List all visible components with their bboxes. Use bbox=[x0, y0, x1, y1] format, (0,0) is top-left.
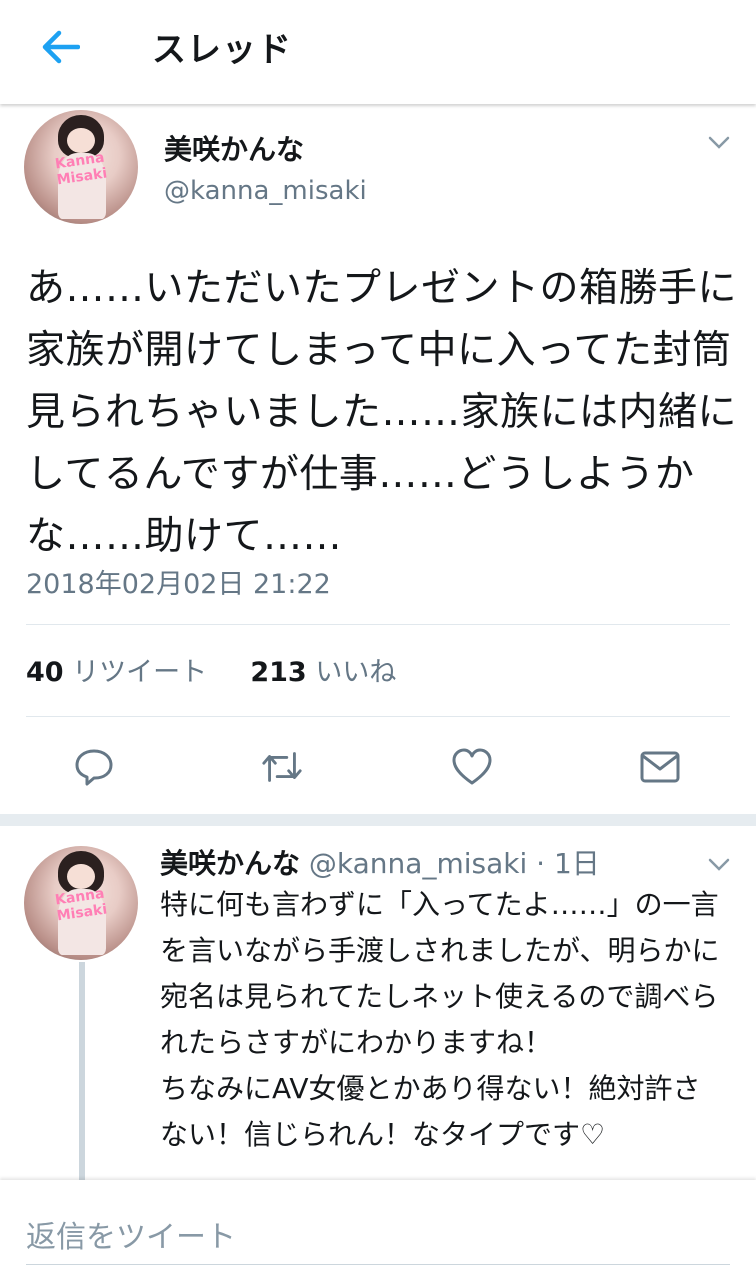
like-icon bbox=[452, 748, 492, 785]
avatar-watermark: Kanna Misaki bbox=[54, 886, 109, 925]
divider bbox=[26, 716, 730, 717]
tweet-stats: 40 リツイート 213 いいね bbox=[26, 650, 396, 689]
retweet-button[interactable] bbox=[260, 745, 304, 789]
message-icon bbox=[640, 751, 680, 783]
top-bar: スレッド bbox=[0, 0, 756, 104]
section-separator bbox=[0, 814, 756, 826]
divider bbox=[26, 624, 730, 625]
arrow-left-icon bbox=[42, 30, 80, 64]
author-handle[interactable]: @kanna_misaki bbox=[164, 176, 367, 206]
message-button[interactable] bbox=[638, 745, 682, 789]
like-label: いいね bbox=[315, 657, 397, 688]
thread-line bbox=[79, 962, 85, 1192]
like-stat[interactable]: 213 いいね bbox=[250, 657, 396, 688]
avatar-face bbox=[67, 128, 95, 154]
reply-icon bbox=[75, 749, 113, 786]
page-title: スレッド bbox=[152, 30, 292, 70]
back-button[interactable] bbox=[36, 26, 84, 68]
retweet-icon bbox=[262, 752, 302, 782]
reply-avatar[interactable]: Kanna Misaki bbox=[24, 846, 138, 960]
reply-compose-bar[interactable]: 返信をツイート bbox=[0, 1180, 756, 1280]
author-name[interactable]: 美咲かんな bbox=[164, 128, 304, 168]
reply-text: 特に何も言わずに「入ってたよ……」の一言を言いながら手渡しされましたが、明らかに… bbox=[160, 888, 720, 1151]
chevron-down-icon[interactable] bbox=[708, 136, 730, 150]
reply-button[interactable] bbox=[72, 745, 116, 789]
chevron-down-icon[interactable] bbox=[708, 858, 730, 872]
reply-author-name[interactable]: 美咲かんな bbox=[160, 847, 300, 880]
avatar-face bbox=[67, 864, 95, 890]
retweet-label: リツイート bbox=[72, 657, 208, 688]
retweet-count: 40 bbox=[26, 657, 64, 688]
avatar-watermark: Kanna Misaki bbox=[54, 150, 109, 189]
avatar[interactable]: Kanna Misaki bbox=[24, 110, 138, 224]
reply-header: 美咲かんな @kanna_misaki · 1日 bbox=[160, 842, 600, 882]
reply-time: · 1日 bbox=[536, 847, 600, 880]
tweet-timestamp: 2018年02月02日 21:22 bbox=[26, 569, 331, 600]
retweet-stat[interactable]: 40 リツイート bbox=[26, 657, 207, 688]
compose-underline bbox=[26, 1264, 730, 1265]
reply-input-placeholder[interactable]: 返信をツイート bbox=[26, 1212, 236, 1256]
tweet-text: あ……いただいたプレゼントの箱勝手に家族が開けてしまって中に入ってた封筒見られち… bbox=[26, 266, 738, 559]
like-count: 213 bbox=[250, 657, 307, 688]
reply-author-handle[interactable]: @kanna_misaki bbox=[309, 847, 527, 880]
like-button[interactable] bbox=[450, 745, 494, 789]
